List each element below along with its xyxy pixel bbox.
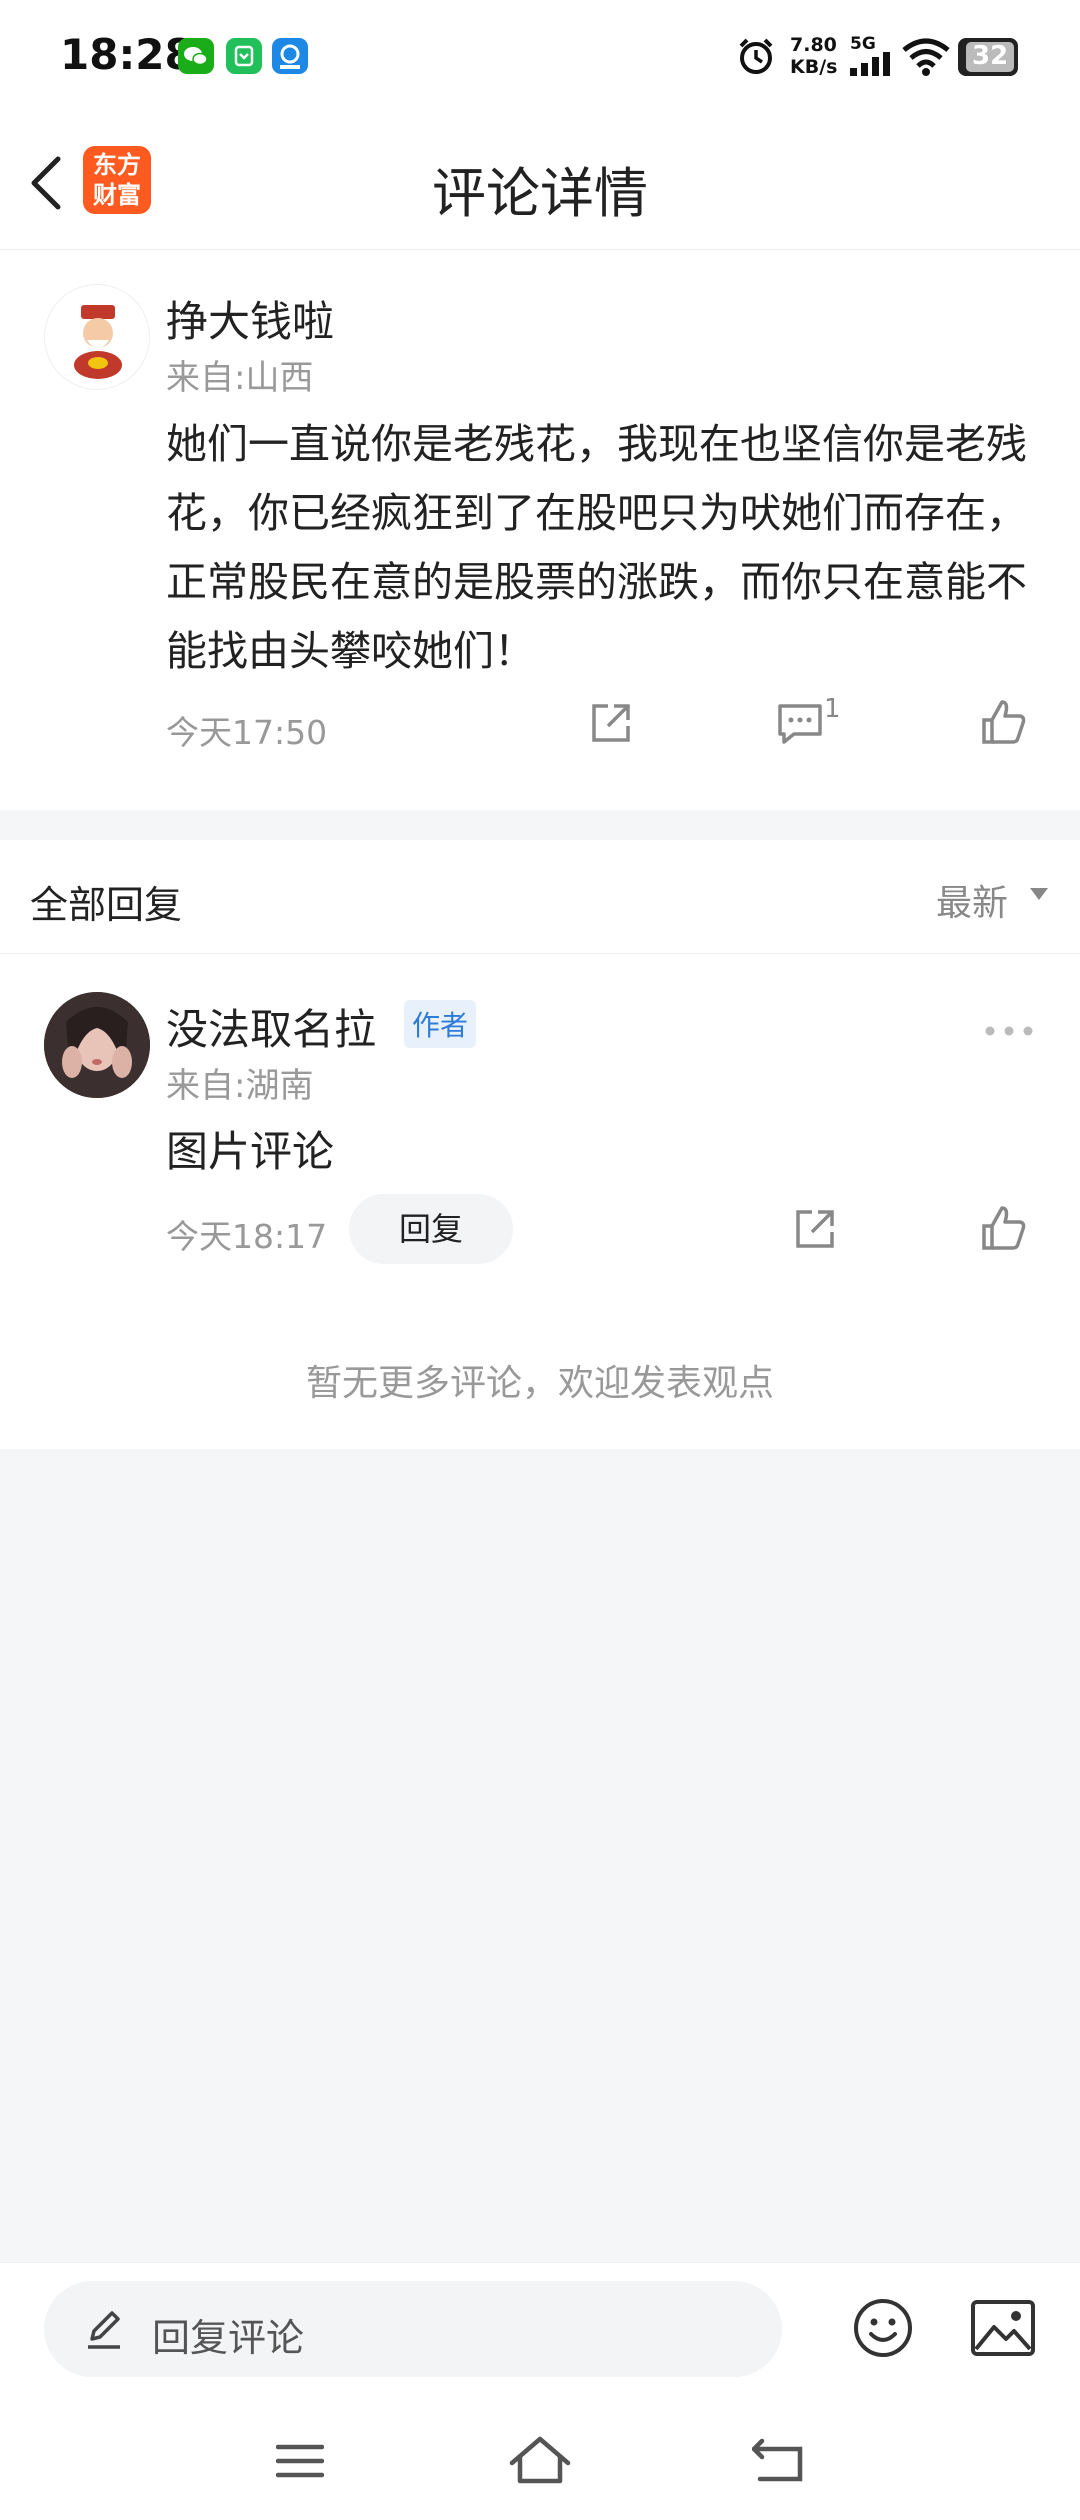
reply-button[interactable]: 回复 [349,1194,513,1264]
sort-dropdown[interactable]: 最新 [936,874,1008,926]
image-icon [971,2300,1035,2356]
emoji-button[interactable] [852,2297,914,2363]
thumbs-up-icon [982,700,1026,744]
signal-icon [850,52,892,80]
reply-time: 今天18:17 [166,1217,328,1256]
no-more-comments: 暂无更多评论，欢迎发表观点 [305,1363,774,1404]
home-icon[interactable] [508,2435,572,2489]
browser-icon [272,38,308,74]
app-notification-icon [226,38,262,74]
reply-input-placeholder: 回复评论 [152,2316,305,2360]
wechat-icon [178,38,214,74]
comment-username[interactable]: 挣大钱啦 [166,288,334,349]
share-icon [592,704,630,742]
more-dots-icon [985,1026,1033,1036]
app-header: 东方 财富 评论详情 [0,115,1080,250]
network-type: 5G [850,34,876,54]
author-badge: 作者 [404,1000,477,1048]
bottom-bar: 回复评论 [0,2262,1080,2520]
share-button[interactable] [588,700,634,750]
battery-icon: 32 [958,38,1018,76]
share-icon [796,1210,834,1248]
caret-down-icon[interactable] [1028,886,1050,906]
replies-header: 全部回复 最新 [0,840,1080,954]
image-button[interactable] [970,2299,1036,2361]
pencil-icon [84,2307,124,2355]
reply-count-button[interactable] [776,700,824,750]
avatar[interactable] [44,284,150,390]
thumbs-up-icon [982,1206,1026,1250]
battery-level: 32 [972,41,1009,71]
reply-list: 没法取名拉 作者 来自:湖南 图片评论 今天18:17 回复 暂无更多评论，欢迎… [0,954,1080,1449]
more-options-button[interactable] [984,1022,1034,1041]
portrait-avatar-icon [44,992,150,1098]
alarm-icon [736,36,776,80]
fortune-god-avatar-icon [74,305,122,379]
reply-location: 来自:湖南 [166,1066,314,1106]
net-unit: KB/s [790,56,838,78]
reply-avatar[interactable] [44,992,150,1098]
reply-input[interactable]: 回复评论 [44,2281,782,2377]
back-icon[interactable] [751,2437,806,2487]
wifi-icon [902,38,950,80]
comment-location: 来自:山西 [166,358,314,398]
status-bar: 18:28 7.80 KB/s 5G 32 [0,0,1080,115]
reply-username[interactable]: 没法取名拉 [166,996,376,1057]
reply-text: 图片评论 [166,1127,335,1176]
page-title: 评论详情 [432,162,648,225]
comment-time: 今天17:50 [166,713,328,752]
comment-icon [778,704,822,744]
reply-like-button[interactable] [980,1204,1028,1256]
emoji-icon [854,2299,912,2357]
like-button[interactable] [980,698,1028,750]
reply-count: 1 [824,694,841,724]
menu-icon[interactable] [275,2441,325,2485]
comment-text: 她们一直说你是老残花，我现在也坚信你是老残花，你已经疯狂到了在股吧只为吠她们而存… [166,420,1027,675]
replies-label: 全部回复 [30,883,183,927]
net-speed: 7.80 [790,34,837,56]
reply-share-button[interactable] [792,1206,838,1256]
comment-card: 挣大钱啦 来自:山西 她们一直说你是老残花，我现在也坚信你是老残花，你已经疯狂到… [0,250,1080,810]
status-time: 18:28 [60,30,194,79]
